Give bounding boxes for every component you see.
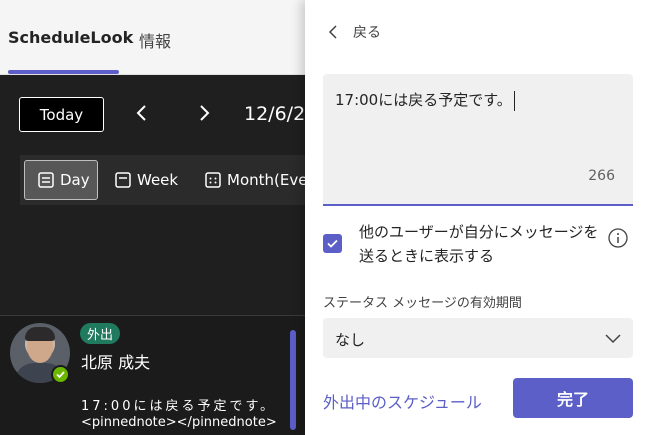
calendar-area: Today 12/6/2 Day Week Month(Eve 外出 北原 成夫… bbox=[0, 75, 305, 435]
person-pinned-note: <pinnednote></pinnednote> bbox=[81, 415, 277, 430]
duration-label: ステータス メッセージの有効期間 bbox=[323, 296, 522, 311]
info-icon[interactable] bbox=[607, 227, 629, 249]
duration-value: なし bbox=[335, 331, 366, 349]
checkmark-icon bbox=[327, 239, 338, 248]
done-button[interactable]: 完了 bbox=[513, 378, 633, 418]
day-view-button[interactable]: Day bbox=[24, 160, 98, 200]
day-view-icon bbox=[38, 172, 54, 188]
month-view-button[interactable]: Month(Eve bbox=[204, 160, 305, 200]
status-message-panel: 戻る 17:00には戻る予定です。 266 他のユーザーが自分にメッセージを送る… bbox=[305, 0, 651, 435]
show-message-checkbox[interactable] bbox=[323, 234, 342, 253]
tab-info[interactable]: 情報 bbox=[139, 28, 171, 52]
week-view-icon bbox=[115, 172, 131, 188]
person-status-message: 17:00には戻る予定です。 bbox=[81, 399, 277, 414]
schedule-app: ScheduleLook 情報 Today 12/6/2 Day Week Mo… bbox=[0, 0, 305, 435]
back-button[interactable]: 戻る bbox=[327, 22, 381, 42]
day-view-label: Day bbox=[60, 171, 90, 189]
duration-dropdown[interactable]: なし bbox=[323, 318, 633, 358]
out-of-office-schedule-link[interactable]: 外出中のスケジュール bbox=[323, 389, 482, 413]
character-count: 266 bbox=[588, 168, 615, 184]
view-switcher: Day Week Month(Eve bbox=[20, 155, 305, 205]
status-message-text: 17:00には戻る予定です。 bbox=[335, 91, 512, 109]
back-label: 戻る bbox=[353, 25, 381, 41]
tab-bar: ScheduleLook 情報 bbox=[0, 0, 305, 75]
month-view-label: Month(Eve bbox=[227, 171, 305, 189]
today-button[interactable]: Today bbox=[19, 97, 104, 132]
person-card[interactable]: 外出 北原 成夫 17:00には戻る予定です。 <pinnednote></pi… bbox=[0, 316, 305, 435]
active-tab-indicator bbox=[8, 70, 119, 74]
chevron-down-icon bbox=[605, 334, 621, 344]
text-caret bbox=[513, 90, 515, 111]
month-view-icon bbox=[205, 172, 221, 188]
presence-available-icon bbox=[51, 365, 70, 384]
scrollbar-thumb[interactable] bbox=[290, 330, 296, 430]
previous-arrow-icon[interactable] bbox=[132, 102, 152, 124]
status-badge: 外出 bbox=[80, 323, 121, 344]
week-view-label: Week bbox=[137, 171, 179, 189]
next-arrow-icon[interactable] bbox=[194, 102, 214, 124]
status-message-input[interactable]: 17:00には戻る予定です。 266 bbox=[323, 74, 633, 206]
show-message-label: 他のユーザーが自分にメッセージを送るときに表示する bbox=[359, 223, 599, 265]
week-view-button[interactable]: Week bbox=[114, 160, 178, 200]
tab-schedulelook[interactable]: ScheduleLook bbox=[8, 28, 133, 47]
person-name: 北原 成夫 bbox=[81, 353, 151, 372]
chevron-left-icon bbox=[328, 25, 337, 39]
current-date: 12/6/2 bbox=[244, 103, 305, 125]
